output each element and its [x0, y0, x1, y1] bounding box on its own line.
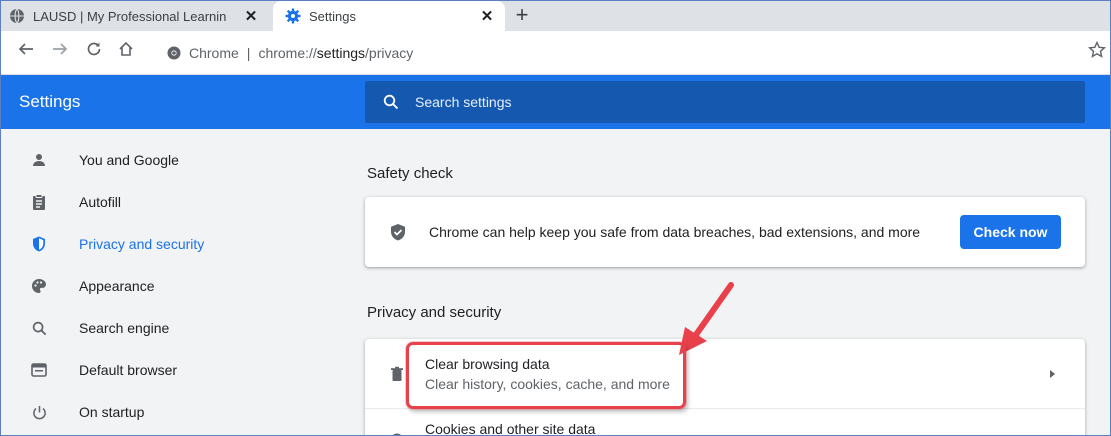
globe-icon	[10, 8, 24, 24]
tab-settings[interactable]: Settings ✕	[273, 1, 505, 31]
safety-check-description: Chrome can help keep you safe from data …	[429, 224, 921, 240]
search-icon	[29, 318, 49, 338]
browser-window-icon	[29, 360, 49, 380]
sidebar-item-you-and-google[interactable]: You and Google	[1, 139, 321, 181]
sidebar-item-autofill[interactable]: Autofill	[1, 181, 321, 223]
url-separator: |	[246, 45, 251, 61]
chrome-icon	[167, 46, 181, 60]
trash-icon	[391, 366, 403, 381]
reload-icon	[87, 42, 101, 56]
close-icon[interactable]: ✕	[241, 7, 261, 25]
tab-strip: LAUSD | My Professional Learnin ✕ Settin…	[1, 1, 1110, 31]
url-main: settings	[316, 45, 366, 61]
cookies-row[interactable]: Cookies and other site data	[365, 409, 1085, 436]
sidebar-item-label: Search engine	[79, 320, 170, 336]
address-bar[interactable]: Chrome | chrome://settings/privacy	[149, 38, 1079, 68]
sidebar-item-label: You and Google	[79, 152, 179, 168]
palette-icon	[29, 276, 49, 296]
sidebar-item-search-engine[interactable]: Search engine	[1, 307, 321, 349]
tab-label: LAUSD | My Professional Learnin	[33, 8, 227, 24]
sidebar-item-privacy-and-security[interactable]: Privacy and security	[1, 223, 321, 265]
sidebar-item-label: Autofill	[79, 194, 122, 210]
shield-icon	[29, 234, 49, 254]
shield-check-icon	[391, 224, 405, 241]
clipboard-icon	[29, 192, 49, 212]
gear-icon	[285, 8, 301, 24]
sidebar-item-label: On startup	[79, 404, 145, 420]
search-icon	[383, 94, 399, 110]
close-icon[interactable]: ✕	[477, 7, 497, 25]
safety-check-card: Chrome can help keep you safe from data …	[365, 197, 1085, 267]
reload-button[interactable]	[83, 41, 105, 63]
chevron-right-icon	[1050, 369, 1055, 378]
home-button[interactable]	[115, 41, 137, 63]
safety-check-title: Safety check	[367, 165, 453, 182]
browser-toolbar: Chrome | chrome://settings/privacy	[1, 31, 1110, 75]
power-icon	[29, 402, 49, 422]
sidebar-item-label: Appearance	[79, 278, 155, 294]
back-arrow-icon	[18, 43, 33, 55]
settings-search[interactable]	[365, 81, 1085, 123]
forward-button[interactable]	[49, 41, 71, 63]
site-label: Chrome	[189, 45, 239, 61]
sidebar-item-label: Default browser	[79, 362, 178, 378]
search-input[interactable]	[415, 94, 1015, 110]
row-title: Cookies and other site data	[425, 421, 596, 436]
check-now-button[interactable]: Check now	[960, 215, 1061, 249]
home-icon	[119, 41, 133, 56]
sidebar-item-label: Privacy and security	[79, 236, 205, 252]
url-suffix: /privacy	[365, 45, 414, 61]
privacy-section-title: Privacy and security	[367, 304, 502, 321]
page-title: Settings	[19, 92, 81, 111]
star-icon	[1087, 40, 1107, 58]
sidebar-item-appearance[interactable]: Appearance	[1, 265, 321, 307]
tab-label: Settings	[309, 8, 356, 24]
browser-window: LAUSD | My Professional Learnin ✕ Settin…	[0, 0, 1111, 436]
settings-header: Settings	[1, 75, 1110, 129]
sidebar-item-default-browser[interactable]: Default browser	[1, 349, 321, 391]
back-button[interactable]	[15, 41, 37, 63]
person-icon	[29, 150, 49, 170]
forward-arrow-icon	[53, 43, 68, 55]
tab-lausd[interactable]: LAUSD | My Professional Learnin ✕	[1, 1, 269, 31]
settings-sidebar: You and Google Autofill Privacy and secu…	[1, 129, 341, 435]
annotation-highlight-box	[406, 342, 686, 409]
cookie-icon	[392, 433, 402, 435]
sidebar-item-on-startup[interactable]: On startup	[1, 391, 321, 433]
bookmark-star-button[interactable]	[1087, 40, 1107, 64]
url-prefix: chrome://	[258, 45, 317, 61]
new-tab-button[interactable]: +	[509, 3, 535, 29]
